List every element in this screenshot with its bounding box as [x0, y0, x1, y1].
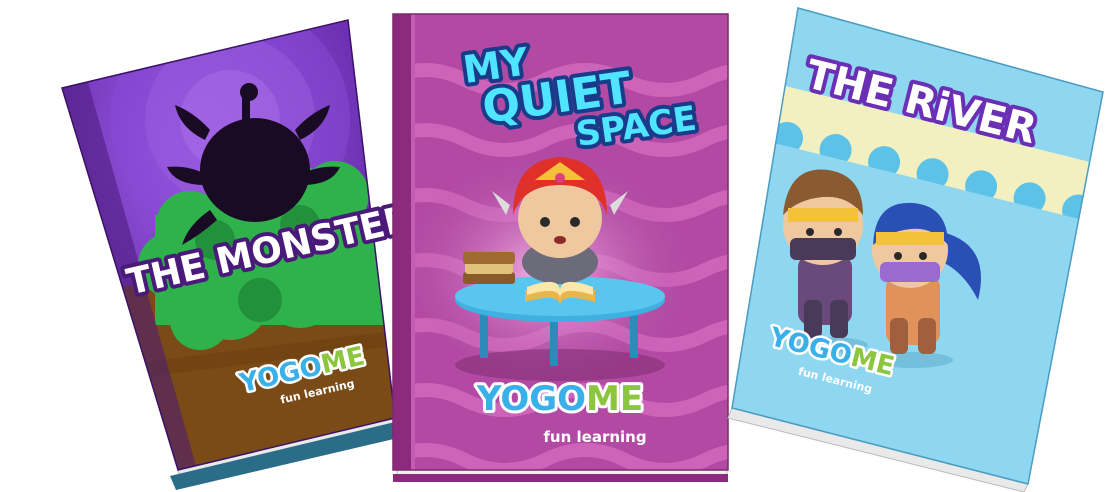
- book-the-monster-cover: THE MONSTER YOGOME fun learning: [61, 19, 420, 490]
- book-my-quiet-space-cover: MY QUIET SPACE YOGOME fun learning: [392, 13, 729, 482]
- book-the-monster[interactable]: THE MONSTER YOGOME fun learning: [0, 0, 420, 492]
- book-the-river[interactable]: THE RiVER YOGOME fun learning: [718, 0, 1120, 492]
- book-my-quiet-space[interactable]: MY QUIET SPACE YOGOME fun learning: [385, 0, 740, 492]
- brand-tagline: fun learning: [543, 428, 646, 446]
- svg-text:YOGOME: YOGOME: [476, 379, 643, 419]
- book-the-river-cover: THE RiVER YOGOME fun learning: [727, 7, 1104, 492]
- brand-me: ME: [586, 379, 643, 419]
- brand-yogo: YOGO: [476, 379, 586, 419]
